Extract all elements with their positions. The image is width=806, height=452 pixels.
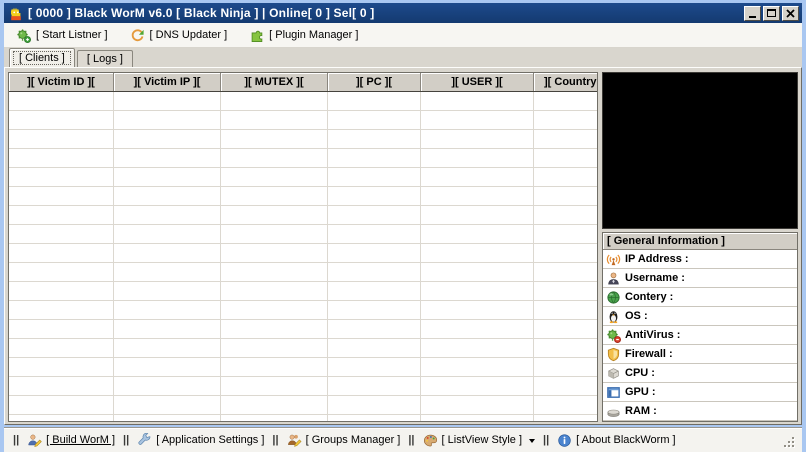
wrench-icon	[137, 433, 152, 448]
info-row-gpu: GPU :	[603, 383, 797, 402]
separator: ||	[408, 434, 414, 446]
column-header-user[interactable]: ][ USER ][	[421, 73, 534, 91]
general-information-panel: [ General Information ] IP Address : Use…	[602, 232, 798, 422]
column-header-country[interactable]: ][ Country ][	[534, 73, 597, 91]
about-blackworm-label: [ About BlackWorm ]	[576, 434, 675, 446]
info-label: CPU :	[625, 367, 655, 379]
info-label: Username :	[625, 272, 685, 284]
info-row-ip-address: IP Address :	[603, 250, 797, 269]
clients-page: ][ Victim ID ][ ][ Victim IP ][ ][ MUTEX…	[4, 67, 802, 425]
maximize-icon	[767, 9, 776, 17]
start-listener-button[interactable]: [ Start Listner ]	[16, 28, 108, 43]
start-listener-label: [ Start Listner ]	[36, 29, 108, 41]
minimize-icon	[749, 16, 756, 18]
info-label: Contery :	[625, 291, 673, 303]
toolbar: [ Start Listner ] [ DNS Updater ] [ Plug…	[4, 23, 802, 48]
info-label: AntiVirus :	[625, 329, 680, 341]
info-label: Firewall :	[625, 348, 673, 360]
general-information-header: [ General Information ]	[603, 233, 797, 250]
shield-icon	[606, 347, 621, 362]
right-panel: [ General Information ] IP Address : Use…	[602, 72, 798, 422]
listview-style-label: [ ListView Style ]	[442, 434, 523, 446]
dns-refresh-icon	[130, 28, 145, 43]
victims-table: ][ Victim ID ][ ][ Victim IP ][ ][ MUTEX…	[8, 72, 598, 422]
maximize-button[interactable]	[763, 6, 780, 21]
victims-table-header: ][ Victim ID ][ ][ Victim IP ][ ][ MUTEX…	[9, 73, 597, 92]
dns-updater-button[interactable]: [ DNS Updater ]	[130, 28, 228, 43]
resize-grip-icon[interactable]	[783, 436, 796, 452]
penguin-icon	[606, 309, 621, 324]
plugin-icon	[249, 28, 264, 43]
tab-strip: [ Clients ] [ Logs ]	[4, 48, 802, 67]
column-header-pc[interactable]: ][ PC ][	[328, 73, 421, 91]
user-icon	[606, 271, 621, 286]
info-label: GPU :	[625, 386, 656, 398]
globe-icon	[606, 290, 621, 305]
chip-icon	[606, 366, 621, 381]
plugin-manager-button[interactable]: [ Plugin Manager ]	[249, 28, 358, 43]
app-icon	[8, 5, 24, 21]
monitor-icon	[606, 385, 621, 400]
build-worm-label: [ Build WorM ]	[46, 434, 115, 446]
column-header-victim-ip[interactable]: ][ Victim IP ][	[114, 73, 221, 91]
info-icon	[557, 433, 572, 448]
victims-list-area[interactable]	[9, 92, 597, 421]
antenna-icon	[606, 252, 621, 267]
separator: ||	[272, 434, 278, 446]
build-worm-button[interactable]: [ Build WorM ]	[27, 433, 115, 448]
info-row-os: OS :	[603, 307, 797, 326]
close-icon	[786, 9, 795, 18]
tab-logs-label: [ Logs ]	[81, 52, 129, 66]
info-row-cpu: CPU :	[603, 364, 797, 383]
dropdown-arrow-icon[interactable]	[529, 439, 535, 446]
window-title: [ 0000 ] Black WorM v6.0 [ Black Ninja ]…	[28, 6, 375, 20]
application-settings-button[interactable]: [ Application Settings ]	[137, 433, 264, 448]
groups-manager-label: [ Groups Manager ]	[306, 434, 401, 446]
users-edit-icon	[287, 433, 302, 448]
separator: ||	[13, 434, 19, 446]
listview-style-button[interactable]: [ ListView Style ]	[423, 433, 536, 448]
separator: ||	[543, 434, 549, 446]
separator: ||	[123, 434, 129, 446]
title-bar: [ 0000 ] Black WorM v6.0 [ Black Ninja ]…	[4, 3, 802, 23]
application-settings-label: [ Application Settings ]	[156, 434, 264, 446]
info-row-antivirus: AntiVirus :	[603, 326, 797, 345]
user-edit-icon	[27, 433, 42, 448]
virus-icon	[606, 328, 621, 343]
info-row-country: Contery :	[603, 288, 797, 307]
info-row-ram: RAM :	[603, 402, 797, 421]
groups-manager-button[interactable]: [ Groups Manager ]	[287, 433, 401, 448]
column-header-mutex[interactable]: ][ MUTEX ][	[221, 73, 328, 91]
info-label: IP Address :	[625, 253, 689, 265]
plugin-manager-label: [ Plugin Manager ]	[269, 29, 358, 41]
info-row-username: Username :	[603, 269, 797, 288]
palette-icon	[423, 433, 438, 448]
dns-updater-label: [ DNS Updater ]	[150, 29, 228, 41]
about-blackworm-button[interactable]: [ About BlackWorm ]	[557, 433, 675, 448]
memory-icon	[606, 404, 621, 419]
minimize-button[interactable]	[744, 6, 761, 21]
tab-logs[interactable]: [ Logs ]	[77, 50, 133, 67]
close-button[interactable]	[782, 6, 799, 21]
info-row-firewall: Firewall :	[603, 345, 797, 364]
status-bar: || [ Build WorM ] || [ Application Setti…	[4, 427, 802, 452]
screen-preview	[602, 72, 798, 229]
info-label: RAM :	[625, 405, 657, 417]
bug-add-icon	[16, 28, 31, 43]
info-label: OS :	[625, 310, 648, 322]
tab-clients-label: [ Clients ]	[13, 51, 71, 65]
tab-clients[interactable]: [ Clients ]	[9, 48, 75, 67]
column-header-victim-id[interactable]: ][ Victim ID ][	[9, 73, 114, 91]
app-window: [ 0000 ] Black WorM v6.0 [ Black Ninja ]…	[0, 0, 806, 452]
